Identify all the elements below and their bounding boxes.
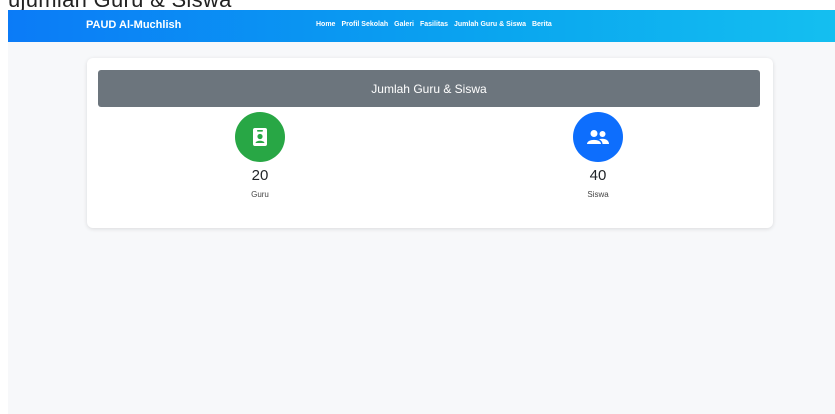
nav-link-galeri[interactable]: Galeri: [394, 21, 414, 28]
siswa-count: 40: [589, 167, 607, 184]
brand-link[interactable]: PAUD Al-Muchlish: [86, 19, 181, 31]
siswa-label: Siswa: [587, 190, 609, 199]
navbar: PAUD Al-Muchlish Home Profil Sekolah Gal…: [8, 10, 835, 42]
nav-link-profil-sekolah[interactable]: Profil Sekolah: [341, 21, 388, 28]
page-viewport: PAUD Al-Muchlish Home Profil Sekolah Gal…: [8, 10, 835, 414]
users-icon: [587, 130, 609, 144]
nav-link-fasilitas[interactable]: Fasilitas: [420, 21, 448, 28]
guru-icon-circle: [235, 112, 285, 162]
nav-links: Home Profil Sekolah Galeri Fasilitas Jum…: [316, 21, 552, 28]
guru-label: Guru: [251, 190, 269, 199]
stat-siswa: 40 Siswa: [538, 112, 658, 199]
stat-guru: 20 Guru: [200, 112, 320, 199]
guru-count: 20: [251, 167, 269, 184]
nav-link-jumlah-guru-siswa[interactable]: Jumlah Guru & Siswa: [454, 21, 526, 28]
card-title: Jumlah Guru & Siswa: [371, 81, 487, 96]
card-header: Jumlah Guru & Siswa: [98, 70, 760, 107]
stats-card: Jumlah Guru & Siswa 20 Guru 40 Siswa: [87, 58, 773, 228]
nav-link-home[interactable]: Home: [316, 21, 335, 28]
siswa-icon-circle: [573, 112, 623, 162]
id-badge-icon: [253, 128, 267, 146]
nav-link-berita[interactable]: Berita: [532, 21, 552, 28]
